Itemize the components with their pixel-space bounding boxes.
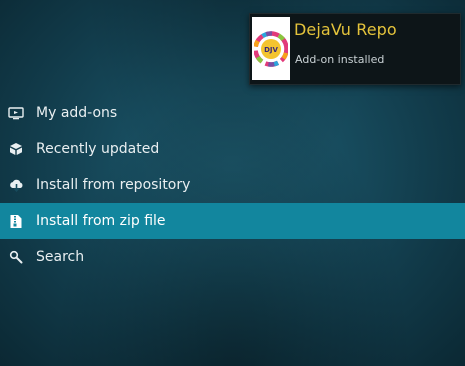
notification-toast: DJV DejaVu Repo Add-on installed — [249, 13, 461, 85]
zip-file-icon — [8, 213, 24, 229]
notification-message: Add-on installed — [295, 53, 385, 66]
menu-item-search[interactable]: Search — [0, 239, 465, 275]
notification-title: DejaVu Repo — [294, 20, 397, 39]
menu-item-label: Install from repository — [36, 177, 191, 193]
box-icon — [8, 141, 24, 157]
menu-item-label: Recently updated — [36, 141, 160, 157]
search-icon — [8, 249, 24, 265]
menu-item-install-from-repository[interactable]: Install from repository — [0, 167, 465, 203]
addon-browser-menu: My add-ons Recently updated Install from… — [0, 95, 465, 275]
menu-item-my-addons[interactable]: My add-ons — [0, 95, 465, 131]
dejavu-logo-icon: DJV — [252, 17, 290, 80]
logo-text: DJV — [264, 46, 278, 54]
menu-item-label: My add-ons — [36, 105, 118, 121]
monitor-icon — [8, 105, 24, 121]
menu-item-label: Search — [36, 249, 85, 265]
menu-item-label: Install from zip file — [36, 213, 166, 229]
cloud-download-icon — [8, 177, 24, 193]
menu-item-recently-updated[interactable]: Recently updated — [0, 131, 465, 167]
menu-item-install-from-zip-file[interactable]: Install from zip file — [0, 203, 465, 239]
